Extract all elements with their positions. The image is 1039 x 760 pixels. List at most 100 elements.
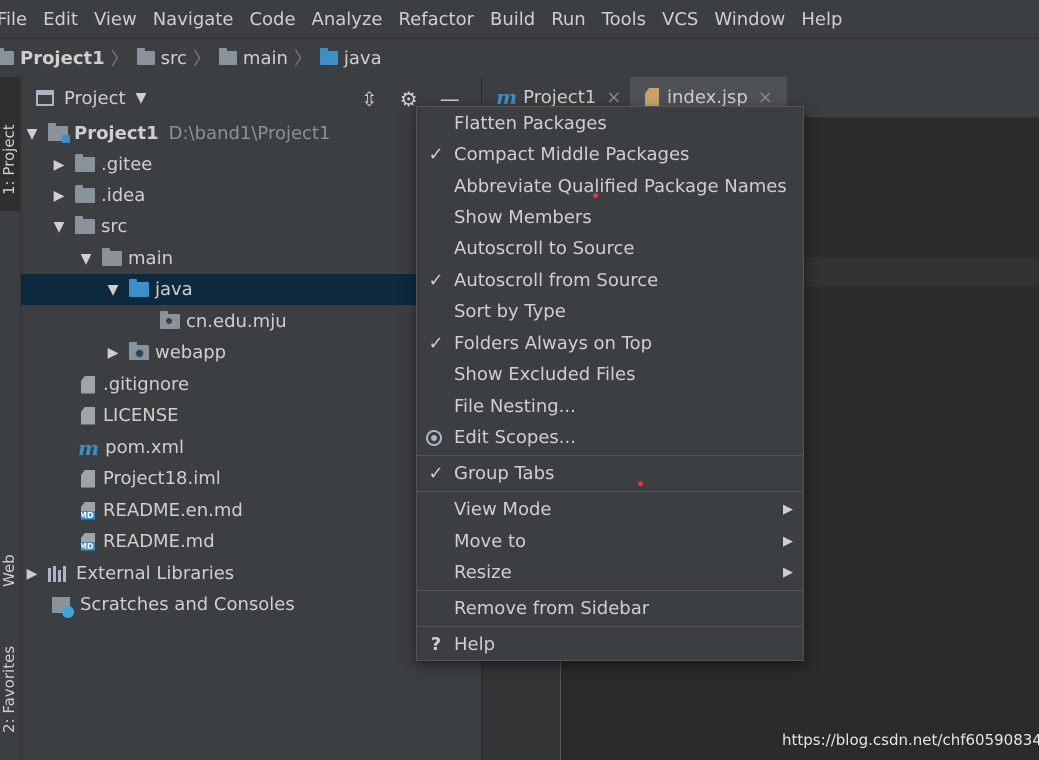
menu-view[interactable]: View	[94, 9, 137, 30]
chevron-right-icon[interactable]: ▶	[53, 188, 65, 204]
tree-item-external-libraries[interactable]: ▶ External Libraries	[21, 558, 421, 589]
breadcrumb-item-src[interactable]: src 〉	[129, 45, 211, 71]
file-icon	[81, 406, 95, 425]
panel-title[interactable]: Project	[64, 88, 126, 109]
package-icon	[160, 311, 180, 329]
tree-item-project1[interactable]: ▼ Project1 D:\band1\Project1	[21, 118, 421, 149]
folder-icon	[136, 48, 155, 65]
tree-item-readme-en[interactable]: README.en.md	[21, 495, 473, 526]
menu-tools[interactable]: Tools	[602, 9, 646, 30]
tree-item-gitee[interactable]: ▶ .gitee	[21, 149, 448, 180]
breadcrumb: Project1 〉 src 〉 main 〉 java	[0, 38, 1039, 78]
menu-item-flatten-packages[interactable]: Flatten Packages	[417, 108, 803, 139]
menu-refactor[interactable]: Refactor	[398, 9, 474, 30]
help-icon: ?	[430, 634, 442, 655]
menu-item-sort-by-type[interactable]: Sort by Type	[417, 296, 803, 327]
project-folder-icon	[48, 123, 70, 143]
checkmark-icon: ✓	[428, 333, 444, 354]
chevron-down-icon[interactable]: ▼	[136, 90, 147, 106]
tree-item-main[interactable]: ▼ main	[21, 243, 475, 274]
menu-edit[interactable]: Edit	[43, 9, 78, 30]
checkmark-icon: ✓	[428, 463, 444, 484]
close-icon[interactable]: ×	[606, 87, 621, 108]
tree-item-readme[interactable]: README.md	[21, 526, 473, 557]
maven-icon: m	[78, 435, 100, 460]
menu-item-autoscroll-to-source[interactable]: Autoscroll to Source	[417, 233, 803, 264]
menu-build[interactable]: Build	[490, 9, 535, 30]
menu-code[interactable]: Code	[249, 9, 295, 30]
folder-icon	[102, 248, 122, 266]
left-tool-stripe: 1: Project Web 2: Favorites	[0, 77, 21, 760]
menu-item-move-to[interactable]: Move to ▶	[417, 526, 803, 557]
menu-item-show-members[interactable]: Show Members	[417, 202, 803, 233]
collapse-all-icon[interactable]: ⇳	[361, 87, 378, 111]
tree-item-idea[interactable]: ▶ .idea	[21, 180, 448, 211]
menu-item-remove-from-sidebar[interactable]: Remove from Sidebar	[417, 593, 803, 624]
tree-item-license[interactable]: LICENSE	[21, 400, 473, 431]
tool-tab-web[interactable]: Web	[0, 554, 18, 587]
tree-item-java[interactable]: ▼ java	[21, 274, 416, 305]
breadcrumb-item-main[interactable]: main 〉	[211, 45, 312, 71]
menu-item-help[interactable]: ? Help	[417, 629, 803, 660]
tree-item-scratches[interactable]: Scratches and Consoles	[21, 589, 447, 620]
menu-item-autoscroll-from-source[interactable]: ✓ Autoscroll from Source	[417, 265, 803, 296]
chevron-down-icon[interactable]: ▼	[80, 251, 92, 267]
chevron-right-icon[interactable]: ▶	[26, 566, 38, 582]
menu-item-folders-on-top[interactable]: ✓ Folders Always on Top	[417, 328, 803, 359]
menu-analyze[interactable]: Analyze	[312, 9, 383, 30]
tool-tab-favorites[interactable]: 2: Favorites	[0, 646, 18, 733]
menu-item-abbreviate-names[interactable]: Abbreviate Qualified Package Names	[417, 171, 803, 202]
menu-item-view-mode[interactable]: View Mode ▶	[417, 494, 803, 525]
submenu-arrow-icon: ▶	[783, 502, 793, 517]
chevron-right-icon[interactable]: ▶	[107, 345, 119, 361]
panel-header: Project ▼ ⇳ ⚙ —	[21, 77, 481, 119]
tree-item-pom[interactable]: m pom.xml	[21, 432, 473, 463]
menu-bar: File Edit View Navigate Code Analyze Ref…	[0, 0, 1039, 38]
chevron-down-icon[interactable]: ▼	[107, 282, 119, 298]
submenu-arrow-icon: ▶	[783, 565, 793, 580]
tool-tab-project[interactable]: 1: Project	[0, 77, 20, 211]
markdown-file-icon	[81, 501, 95, 520]
menu-vcs[interactable]: VCS	[662, 9, 698, 30]
markdown-file-icon	[81, 532, 95, 551]
breadcrumb-item-java[interactable]: java	[312, 48, 382, 69]
file-icon	[81, 375, 95, 394]
tree-item-iml[interactable]: Project18.iml	[21, 463, 473, 494]
tree-item-gitignore[interactable]: .gitignore	[21, 369, 473, 400]
red-dot-marker	[593, 193, 598, 198]
menu-help[interactable]: Help	[801, 9, 842, 30]
close-icon[interactable]: ×	[758, 87, 773, 108]
menu-navigate[interactable]: Navigate	[153, 9, 234, 30]
menu-item-group-tabs[interactable]: ✓ Group Tabs	[417, 458, 803, 489]
menu-item-compact-middle-packages[interactable]: ✓ Compact Middle Packages	[417, 139, 803, 170]
menu-item-resize[interactable]: Resize ▶	[417, 557, 803, 588]
breadcrumb-item-project[interactable]: Project1 〉	[0, 45, 129, 71]
menu-separator	[417, 626, 803, 627]
chevron-right-icon: 〉	[110, 49, 129, 70]
folder-icon	[75, 154, 95, 172]
checkmark-icon: ✓	[428, 144, 444, 165]
tree-item-src[interactable]: ▼ src	[21, 211, 448, 242]
menu-window[interactable]: Window	[714, 9, 785, 30]
gear-icon[interactable]: ⚙	[400, 87, 418, 111]
submenu-arrow-icon: ▶	[783, 534, 793, 549]
folder-icon	[218, 48, 237, 65]
menu-item-edit-scopes[interactable]: Edit Scopes...	[417, 422, 803, 453]
scope-icon	[426, 429, 442, 446]
watermark: https://blog.csdn.net/chf605908340	[782, 731, 1039, 749]
chevron-right-icon: 〉	[192, 49, 211, 70]
jsp-file-icon	[645, 88, 659, 106]
menu-run[interactable]: Run	[551, 9, 586, 30]
menu-file[interactable]: File	[0, 9, 27, 30]
menu-separator	[417, 455, 803, 456]
menu-item-file-nesting[interactable]: File Nesting...	[417, 391, 803, 422]
project-panel: Project ▼ ⇳ ⚙ — ▼ Project1 D:\band1\Proj…	[21, 77, 481, 760]
web-folder-icon	[129, 342, 149, 360]
chevron-down-icon[interactable]: ▼	[53, 219, 65, 235]
chevron-right-icon[interactable]: ▶	[53, 157, 65, 173]
menu-item-show-excluded-files[interactable]: Show Excluded Files	[417, 359, 803, 390]
module-file-icon	[81, 469, 95, 488]
chevron-right-icon: 〉	[293, 49, 312, 70]
chevron-down-icon[interactable]: ▼	[26, 126, 38, 142]
checkmark-icon: ✓	[428, 270, 444, 291]
